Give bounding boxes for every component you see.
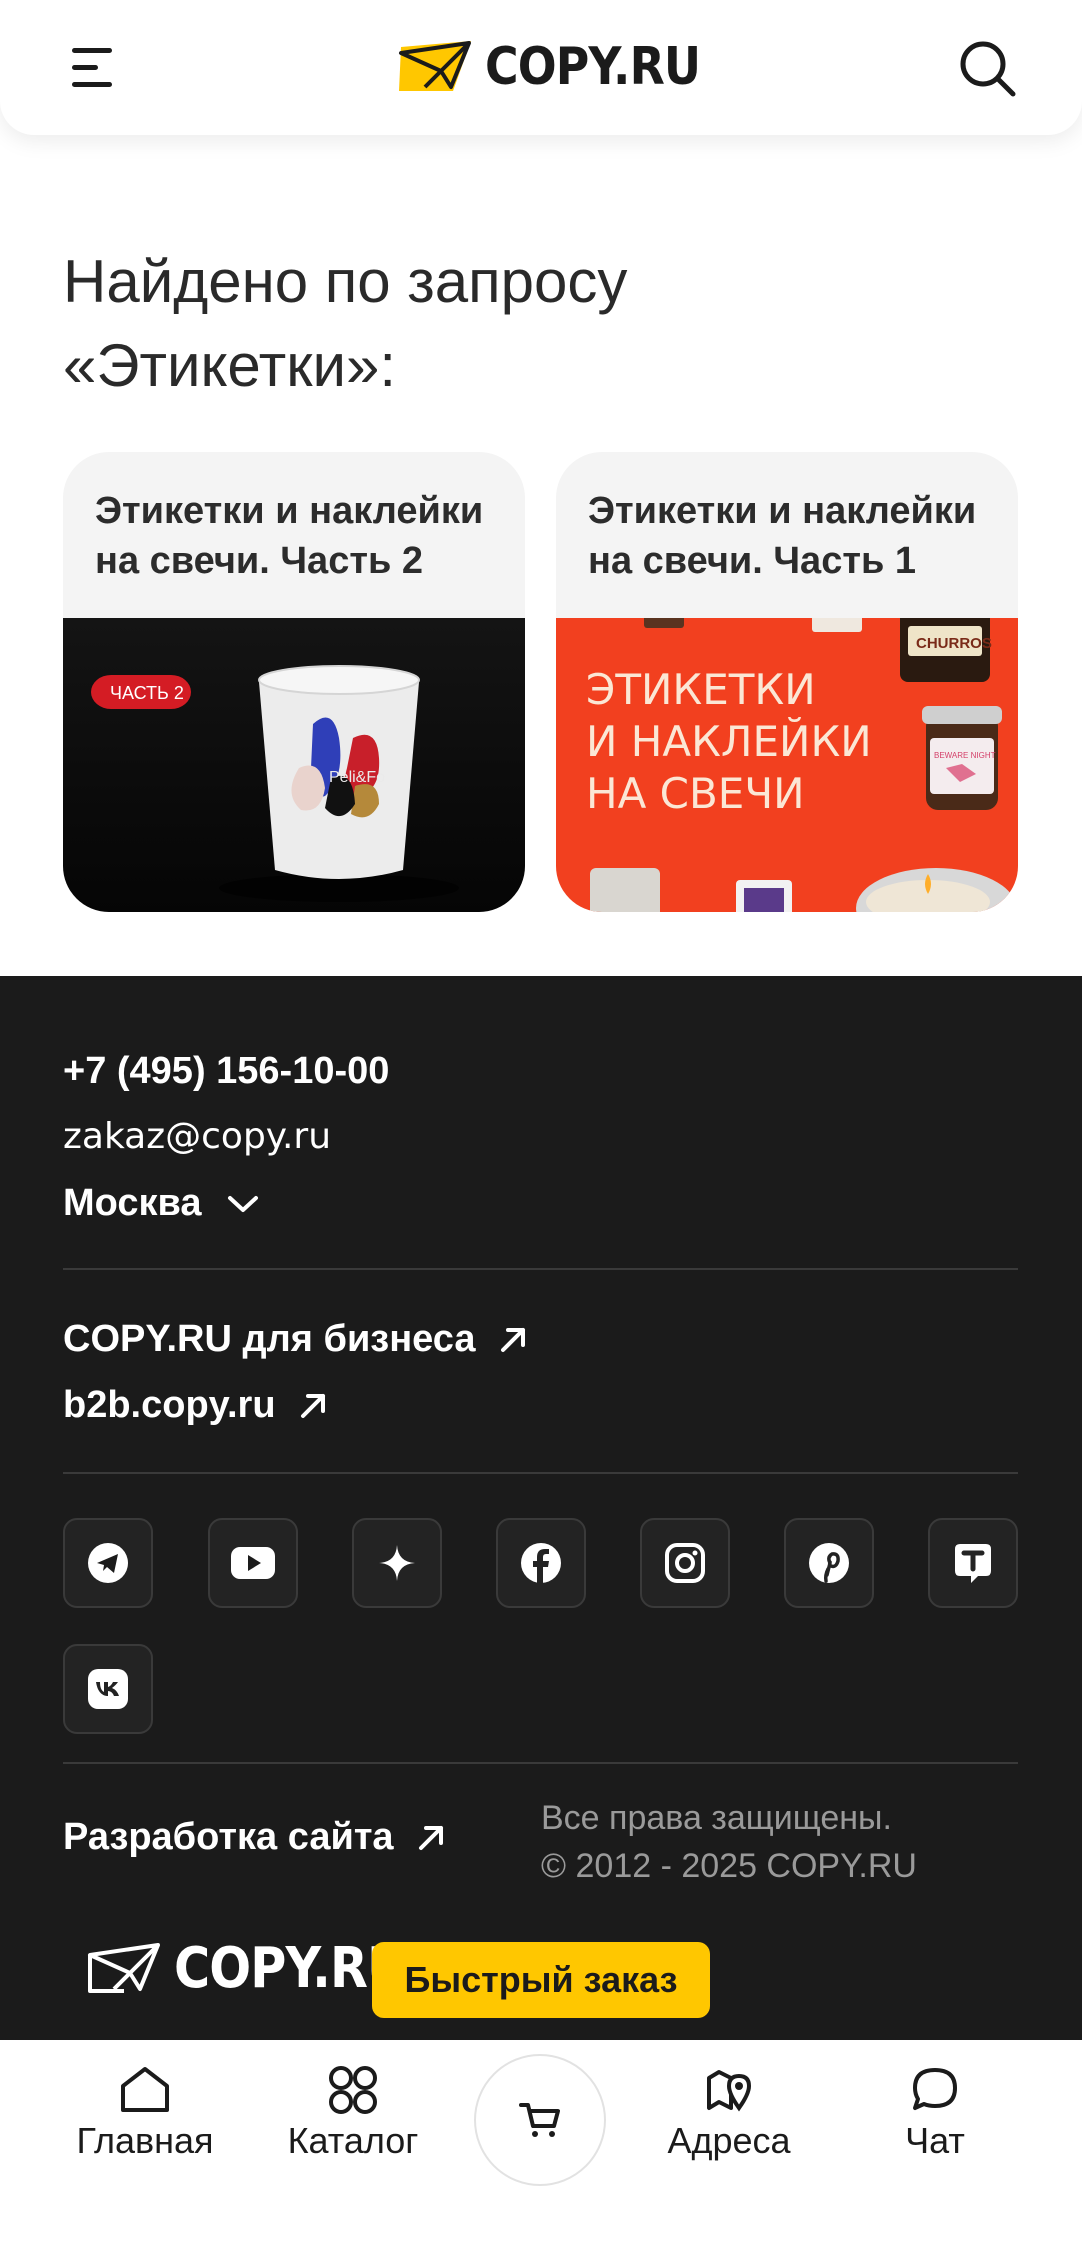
footer-divider — [63, 1472, 1018, 1474]
b2b-link-label: b2b.copy.ru — [63, 1384, 276, 1426]
cart-icon — [519, 2103, 560, 2137]
paper-plane-logo-icon — [88, 1942, 160, 1993]
image-headline-line2: И НАКЛЕЙКИ — [586, 716, 872, 766]
dev-site-link[interactable]: Разработка сайта — [63, 1816, 446, 1859]
arrow-up-right-icon — [500, 1327, 525, 1352]
youtube-icon[interactable] — [208, 1518, 298, 1608]
zen-icon[interactable] — [352, 1518, 442, 1608]
quick-order-button[interactable]: Быстрый заказ — [372, 1942, 710, 2018]
article-card-part-2[interactable]: Этикетки и наклейки на свечи. Часть 2 Pe… — [63, 452, 525, 912]
footer-divider — [63, 1762, 1018, 1764]
city-label: Москва — [63, 1182, 202, 1224]
nav-addresses-label: Адреса — [667, 2120, 791, 2161]
nav-catalog[interactable]: Каталог — [280, 2064, 426, 2162]
nav-catalog-label: Каталог — [287, 2120, 419, 2161]
search-results-title: Найдено по запросу «Этикетки»: — [63, 248, 628, 399]
image-headline-line3: НА СВЕЧИ — [586, 769, 805, 818]
catalog-grid-icon — [329, 2066, 377, 2114]
telegram-icon[interactable] — [63, 1518, 153, 1608]
burger-menu-icon[interactable] — [64, 42, 120, 94]
article-card-part-1[interactable]: Этикетки и наклейки на свечи. Часть 1 CH… — [556, 452, 1018, 912]
chat-bubble-icon — [913, 2068, 957, 2110]
nav-addresses[interactable]: Адреса — [656, 2064, 802, 2162]
business-link[interactable]: COPY.RU для бизнеса — [63, 1318, 528, 1361]
business-link-label: COPY.RU для бизнеса — [63, 1318, 476, 1360]
facebook-icon[interactable] — [496, 1518, 586, 1608]
arrow-up-right-icon — [300, 1393, 325, 1418]
copyright-text: © 2012 - 2025 COPY.RU — [541, 1847, 917, 1885]
image-headline-line1: ЭТИКЕТКИ — [586, 665, 816, 714]
home-icon — [121, 2067, 169, 2112]
cup-print-text: Peli&Fo — [329, 769, 385, 786]
arrow-up-right-icon — [418, 1825, 443, 1850]
card-title: Этикетки и наклейки на свечи. Часть 1 — [588, 490, 977, 582]
jar-label-night: BEWARE NIGHT — [934, 751, 996, 760]
copyright-block: Все права защищены. © 2012 - 2025 COPY.R… — [541, 1794, 917, 1890]
site-logo[interactable]: COPY.RU — [395, 32, 730, 102]
dev-site-link-label: Разработка сайта — [63, 1816, 394, 1858]
paper-plane-logo-icon — [399, 41, 471, 91]
nav-chat-label: Чат — [905, 2120, 965, 2161]
candle-cup-image: Peli&Fo ЧАСТЬ 2 — [63, 618, 525, 912]
chevron-down-icon — [227, 1195, 258, 1212]
city-selector[interactable]: Москва — [63, 1182, 260, 1225]
nav-home[interactable]: Главная — [72, 2064, 218, 2162]
instagram-icon[interactable] — [640, 1518, 730, 1608]
nav-chat[interactable]: Чат — [862, 2064, 1008, 2162]
jar-label-churros: CHURROS — [916, 635, 992, 652]
b2b-link[interactable]: b2b.copy.ru — [63, 1384, 328, 1427]
nav-home-label: Главная — [76, 2120, 214, 2161]
cart-button[interactable] — [474, 2054, 606, 2186]
map-pin-icon — [707, 2070, 752, 2112]
tenchat-icon[interactable] — [928, 1518, 1018, 1608]
pinterest-icon[interactable] — [784, 1518, 874, 1608]
site-footer: +7 (495) 156-10-00 zakaz@copy.ru Москва … — [0, 976, 1082, 2040]
footer-divider — [63, 1268, 1018, 1270]
logo-text: COPY.RU — [485, 37, 701, 97]
search-icon[interactable] — [955, 36, 1021, 102]
footer-email-link[interactable]: zakaz@copy.ru — [63, 1116, 331, 1157]
candle-labels-image: CHURROS BEWARE NIGHT ЭТИКЕТКИ И НАКЛЕЙКИ… — [556, 618, 1018, 912]
site-header: COPY.RU — [0, 0, 1082, 135]
bottom-navigation: Главная Каталог Адреса Чат — [0, 2040, 1082, 2247]
rights-text: Все права защищены. — [541, 1799, 892, 1837]
footer-phone-link[interactable]: +7 (495) 156-10-00 — [63, 1050, 389, 1093]
card-title: Этикетки и наклейки на свечи. Часть 2 — [95, 490, 484, 582]
part-badge: ЧАСТЬ 2 — [110, 683, 184, 703]
vk-icon[interactable] — [63, 1644, 153, 1734]
